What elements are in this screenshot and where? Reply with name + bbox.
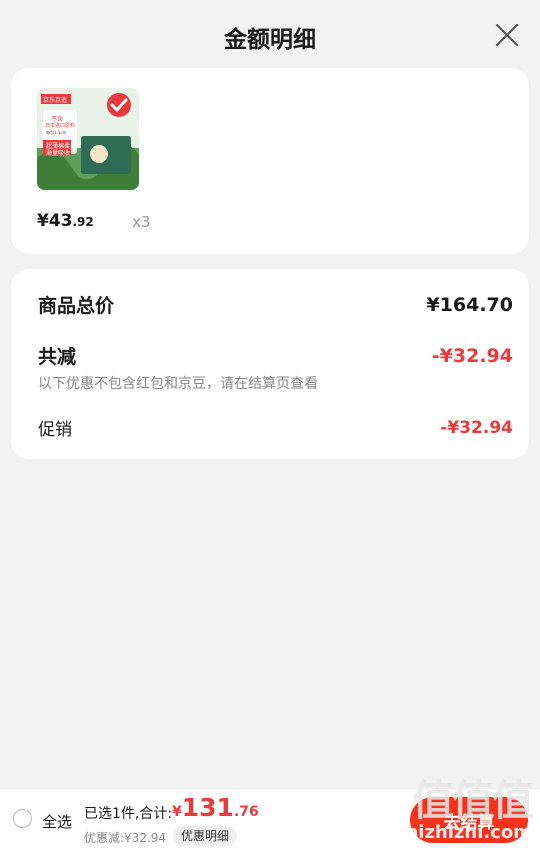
promo-label: 促销 [38,420,72,440]
page-title: 金额明细 [224,27,316,53]
image-text-3: 每包1.1cm [46,130,67,135]
total-label: 商品总价 [38,295,115,317]
price-decimal: .92 [72,215,94,229]
selected-info: 已选1件,合计: [84,806,173,822]
select-all-label[interactable]: 全选 [42,811,72,832]
total-integer: 131 [181,793,234,822]
reduce-row: 共减 -¥32.94 [38,342,513,369]
watermark: 值值值 zhizhizhi.com [394,776,534,844]
product-quantity: x3 [132,213,151,231]
watermark-url: zhizhizhi.com [394,822,532,843]
promo-row: 促销 -¥32.94 [38,415,513,441]
total-currency: ¥ [172,804,182,820]
header: 金额明细 [0,0,540,68]
promo-value: -¥32.94 [440,417,513,438]
image-text-2: 日本进口原料 [45,123,76,129]
discount-note: 以下优惠不包含红包和京豆，请在结算页查看 [38,376,318,392]
image-text-5: 海量吸收 [46,150,71,157]
reduce-value: -¥32.94 [431,344,513,367]
total-row: 商品总价 ¥164.70 [38,291,513,318]
price-integer: ¥43 [37,211,73,231]
brand-badge: 京东京造 [43,97,68,104]
select-all-radio[interactable] [13,809,32,828]
close-icon[interactable] [494,22,520,48]
total-amount: ¥131.76 [172,793,259,822]
total-decimal: .76 [233,804,259,820]
discount-summary: 优惠减:¥32.94 [84,831,167,845]
product-price: ¥43.92 [37,211,94,231]
watermark-logo: 值值值 [411,776,534,825]
reduce-label: 共减 [38,346,77,368]
summary-card: 商品总价 ¥164.70 共减 -¥32.94 以下优惠不包含红包和京豆，请在结… [11,269,529,459]
total-value: ¥164.70 [426,293,513,316]
product-image[interactable]: 京东京造 不含 日本进口原料 每包1.1cm 超薄棉柔 海量吸收 [37,88,139,190]
product-card: 京东京造 不含 日本进口原料 每包1.1cm 超薄棉柔 海量吸收 ¥43.92 … [11,68,529,254]
discount-detail-button[interactable]: 优惠明细 [173,826,238,846]
